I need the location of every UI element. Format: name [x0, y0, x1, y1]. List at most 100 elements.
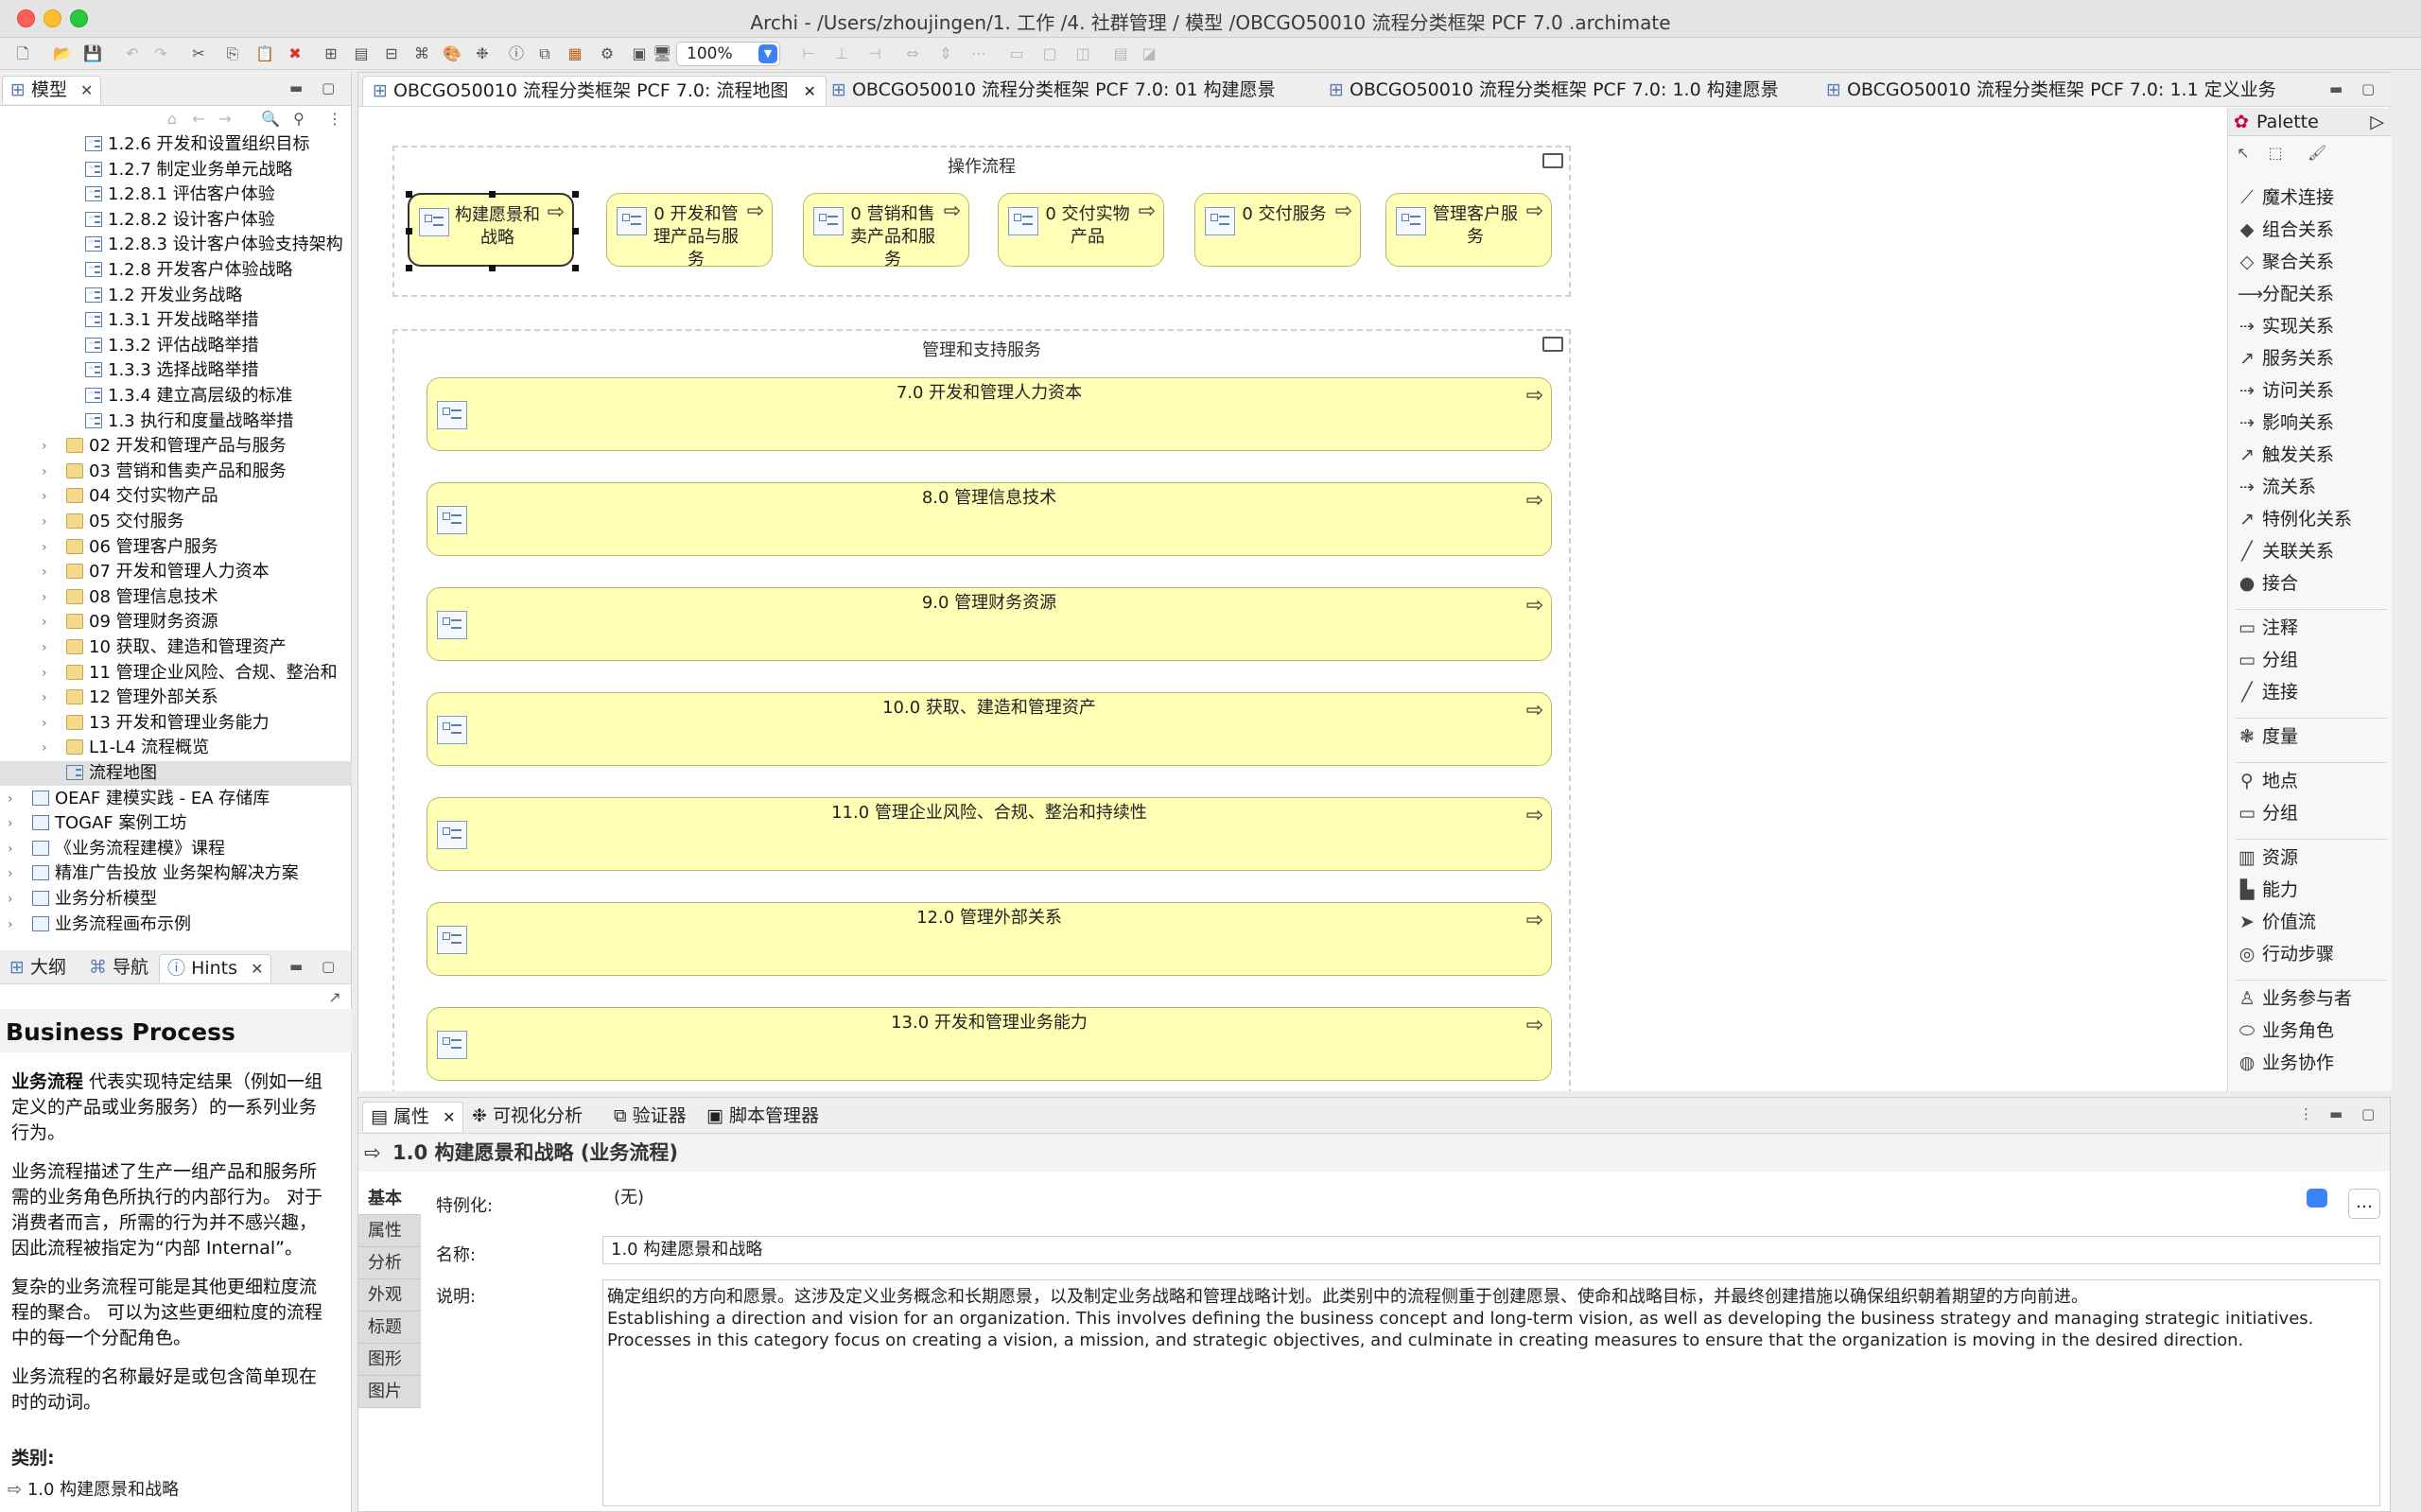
delete-icon[interactable]: ✖ — [286, 44, 305, 63]
specialization-select[interactable]: (无) — [602, 1185, 2333, 1213]
chevron-right-icon[interactable]: › — [42, 610, 47, 634]
palette-item[interactable]: ◆ 组合关系 — [2238, 217, 2334, 242]
more-menu-icon[interactable]: ⋮ — [325, 110, 344, 129]
tree-item[interactable]: 1.2.8.3 设计客户体验支持架构 — [0, 233, 352, 257]
tab-diagram-10[interactable]: ⊞ OBCGO50010 流程分类框架 PCF 7.0: 1.0 构建愿景 — [1319, 76, 1788, 106]
chevron-right-icon[interactable]: › — [42, 686, 47, 710]
close-icon[interactable]: ✕ — [443, 1108, 455, 1126]
palette-item[interactable]: ⟋ 魔术连接 — [2238, 185, 2334, 210]
specialization-manage-button[interactable]: … — [2348, 1189, 2380, 1219]
hints-category-item[interactable]: ⇨ 1.0 构建愿景和战略 — [8, 1476, 179, 1501]
outline-icon[interactable]: ⊟ — [382, 44, 401, 63]
info-icon[interactable]: ⓘ — [507, 44, 526, 63]
undo-icon[interactable]: ↶ — [123, 44, 142, 63]
diagram-canvas[interactable]: 操作流程 管理和支持服务 ⇨ 构建愿景和战略 ⇨ 0 开发和管理产品与服务 ⇨ 0 营销和… — [358, 108, 2226, 1091]
business-process-element[interactable]: ⇨ 构建愿景和战略 — [406, 191, 579, 271]
minimize-panel-icon[interactable]: ▬ — [289, 958, 303, 975]
chevron-right-icon[interactable]: › — [8, 861, 13, 886]
properties-side-tab[interactable]: 图片 — [358, 1376, 421, 1408]
redo-icon[interactable]: ↷ — [151, 44, 170, 63]
open-folder-icon[interactable]: 📂 — [53, 44, 72, 63]
minimize-panel-icon[interactable]: ▬ — [289, 79, 303, 96]
tree-item[interactable]: › TOGAF 案例工坊 — [0, 811, 352, 836]
chevron-right-icon[interactable]: › — [42, 711, 47, 736]
home-icon[interactable]: ⌂ — [163, 110, 182, 129]
resize-handle[interactable] — [572, 228, 579, 235]
tab-navigator[interactable]: ⌘ 导航 — [81, 954, 156, 982]
minimize-panel-icon[interactable]: ▬ — [2329, 80, 2343, 97]
palette-item[interactable]: ➤ 价值流 — [2238, 910, 2316, 934]
palette-item[interactable]: ▙ 能力 — [2238, 878, 2298, 902]
palette-icon[interactable]: 🎨 — [443, 44, 462, 63]
business-process-element[interactable]: ⇨ 0 营销和售卖产品和服务 — [803, 193, 969, 269]
match-width-icon[interactable]: ⇔ — [903, 44, 922, 63]
properties-side-tab[interactable]: 分析 — [358, 1247, 421, 1279]
palette-header[interactable]: ✿ Palette ▷ — [2228, 108, 2392, 136]
tree-item[interactable]: 1.2.7 制定业务单元战略 — [0, 158, 352, 182]
properties-side-tab[interactable]: 基本 — [358, 1183, 421, 1215]
tree-item[interactable]: › 业务分析模型 — [0, 887, 352, 912]
zoom-select[interactable]: 100% ▼ — [676, 42, 780, 66]
palette-item[interactable]: ▭ 分组 — [2238, 801, 2298, 826]
tree-item[interactable]: 1.3 执行和度量战略举措 — [0, 409, 352, 434]
properties-side-tab[interactable]: 外观 — [358, 1279, 421, 1312]
chevron-right-icon[interactable]: › — [8, 811, 13, 836]
marquee-tool-icon[interactable]: ⬚ — [2266, 144, 2285, 163]
model-tree-icon[interactable]: ⊞ — [322, 44, 340, 63]
tree-item[interactable]: › 11 管理企业风险、合规、整治和 — [0, 661, 352, 686]
tab-process-map[interactable]: ⊞ OBCGO50010 流程分类框架 PCF 7.0: 流程地图 ✕ — [362, 76, 827, 106]
layer-icon[interactable]: ▤ — [1111, 44, 1130, 63]
tree-item[interactable]: › 03 营销和售卖产品和服务 — [0, 460, 352, 484]
resize-handle[interactable] — [572, 191, 579, 198]
palette-item[interactable]: ⇢ 实现关系 — [2238, 314, 2334, 339]
business-process-element[interactable]: ⇨ 0 开发和管理产品与服务 — [606, 193, 773, 269]
chevron-right-icon[interactable]: › — [8, 787, 13, 811]
align-center-icon[interactable]: ⊥ — [832, 44, 851, 63]
resize-handle[interactable] — [406, 265, 412, 271]
chevron-right-icon[interactable]: › — [42, 635, 47, 660]
maximize-panel-icon[interactable]: ▢ — [2361, 1105, 2375, 1122]
chevron-right-icon[interactable]: › — [42, 434, 47, 459]
search-icon[interactable]: 🔍 — [261, 110, 280, 129]
palette-item[interactable]: ❃ 度量 — [2238, 724, 2298, 749]
properties-icon[interactable]: ▤ — [352, 44, 371, 63]
select-tool-icon[interactable]: ↖ — [2234, 144, 2253, 163]
close-icon[interactable]: ✕ — [80, 81, 93, 99]
resize-handle[interactable] — [489, 191, 496, 198]
resize-handle[interactable] — [406, 228, 412, 235]
align-left-icon[interactable]: ⊢ — [799, 44, 818, 63]
tree-item[interactable]: 1.2.8.2 设计客户体验 — [0, 208, 352, 233]
properties-side-tab[interactable]: 图形 — [358, 1344, 421, 1376]
chevron-updown-icon[interactable] — [2307, 1189, 2327, 1208]
palette-item[interactable]: ◍ 业务协作 — [2238, 1051, 2334, 1075]
tree-item[interactable]: › 08 管理信息技术 — [0, 585, 352, 610]
palette-item[interactable]: ▭ 分组 — [2238, 648, 2298, 672]
chevron-right-icon[interactable]: › — [42, 484, 47, 509]
business-process-element[interactable]: ⇨ 10.0 获取、建造和管理资产 — [427, 692, 1552, 766]
default-size-icon[interactable]: ▢ — [1040, 44, 1059, 63]
tree-item[interactable]: › 06 管理客户服务 — [0, 535, 352, 560]
forward-icon[interactable]: → — [216, 110, 235, 129]
chevron-right-icon[interactable]: › — [42, 736, 47, 760]
tree-item[interactable]: 1.2.8.1 评估客户体验 — [0, 182, 352, 207]
distribute-icon[interactable]: ⋯ — [969, 44, 988, 63]
tab-model[interactable]: ⊞ 模型 ✕ — [2, 76, 102, 104]
properties-side-tab[interactable]: 标题 — [358, 1312, 421, 1344]
palette-item[interactable]: ● 接合 — [2238, 571, 2298, 596]
name-field[interactable]: 1.0 构建愿景和战略 — [602, 1236, 2380, 1264]
tree-item[interactable]: › L1-L4 流程概览 — [0, 736, 352, 760]
tree-item[interactable]: › 02 开发和管理产品与服务 — [0, 434, 352, 459]
chevron-right-icon[interactable]: › — [42, 585, 47, 610]
tab-validator[interactable]: ⧉ 验证器 — [606, 1102, 694, 1132]
palette-item[interactable]: ⬭ 业务角色 — [2238, 1018, 2334, 1043]
business-process-element[interactable]: ⇨ 0 交付服务 — [1194, 193, 1361, 267]
chevron-right-icon[interactable]: › — [42, 510, 47, 534]
tree-item[interactable]: › OEAF 建模实践 - EA 存储库 — [0, 787, 352, 811]
tree-item[interactable]: › 《业务流程建模》课程 — [0, 837, 352, 861]
resize-handle[interactable] — [406, 191, 412, 198]
cut-icon[interactable]: ✂ — [189, 44, 208, 63]
tab-outline[interactable]: ⊞ 大纲 — [2, 954, 74, 982]
chevron-right-icon[interactable]: › — [8, 887, 13, 912]
tree-item[interactable]: 1.2.8 开发客户体验战略 — [0, 258, 352, 283]
palette-item[interactable]: ⟶分配关系 — [2238, 282, 2334, 306]
